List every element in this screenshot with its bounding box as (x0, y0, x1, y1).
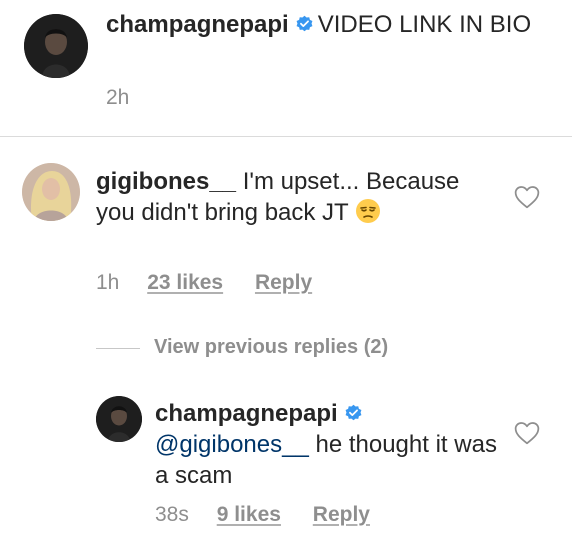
verified-badge-icon (296, 15, 313, 32)
heart-outline-icon[interactable] (514, 185, 540, 209)
reply-username[interactable]: champagnepapi (155, 400, 338, 427)
heart-outline-icon[interactable] (514, 421, 540, 445)
post-timestamp: 2h (106, 86, 130, 109)
comment-timestamp: 1h (96, 271, 120, 294)
replies-divider-line (96, 348, 140, 349)
commenter-avatar[interactable] (22, 163, 80, 221)
unamused-face-icon (355, 199, 380, 223)
divider (0, 136, 572, 137)
comment-reply-button[interactable]: Reply (255, 271, 312, 295)
reply-timestamp: 38s (155, 503, 189, 526)
comment-body: gigibones__ I'm upset... Because you did… (96, 166, 496, 228)
view-previous-replies-button[interactable]: View previous replies (2) (154, 336, 388, 359)
reply-mention-link[interactable]: @gigibones__ (155, 431, 309, 458)
post-author-avatar[interactable] (24, 14, 88, 78)
post-caption: champagnepapi VIDEO LINK IN BIO (106, 10, 546, 40)
reply-reply-button[interactable]: Reply (313, 503, 370, 527)
reply-likes-link[interactable]: 9 likes (217, 503, 281, 527)
verified-badge-icon (345, 404, 362, 421)
reply-author-avatar[interactable] (96, 396, 142, 442)
comment-username[interactable]: gigibones__ (96, 168, 236, 195)
comment-likes-link[interactable]: 23 likes (147, 271, 223, 295)
post-username[interactable]: champagnepapi (106, 11, 289, 38)
post-caption-text: VIDEO LINK IN BIO (317, 11, 532, 38)
comment-meta: 1h 23 likes Reply (96, 271, 312, 295)
reply-body: champagnepapi @gigibones__ he thought it… (155, 398, 515, 491)
reply-meta: 38s 9 likes Reply (155, 503, 370, 527)
